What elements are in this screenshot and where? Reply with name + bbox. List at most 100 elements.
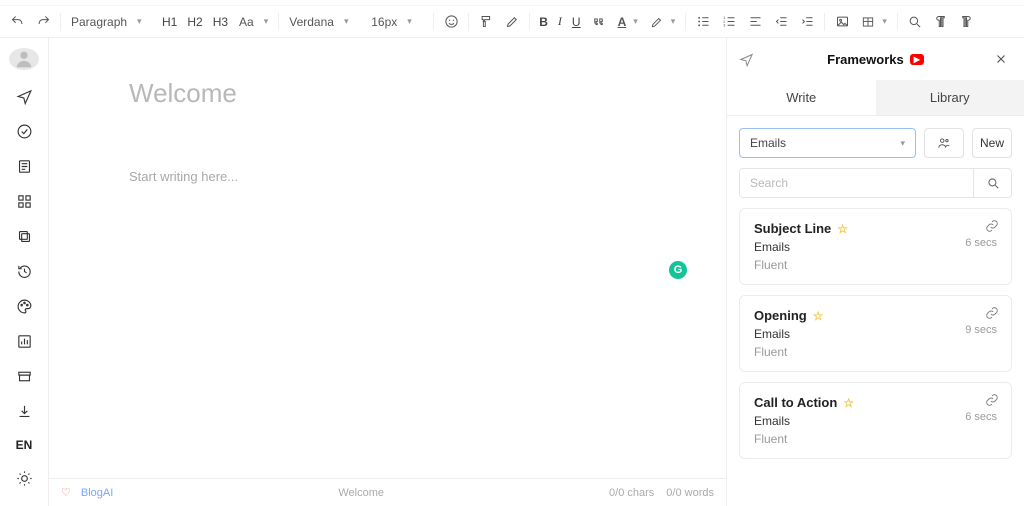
card-time: 9 secs [965, 324, 997, 336]
chevron-down-icon: ▾ [137, 16, 142, 27]
font-family-label: Verdana [289, 15, 334, 29]
find-button[interactable] [904, 11, 926, 33]
search-button[interactable] [973, 169, 1011, 197]
rail-chart-icon[interactable] [12, 333, 36, 350]
link-icon[interactable] [985, 219, 999, 238]
document-title[interactable]: Welcome [129, 78, 646, 109]
doc-name-status: Welcome [123, 487, 599, 499]
search-input[interactable] [740, 169, 973, 197]
card-category: Emails [754, 240, 997, 254]
heading-h1-button[interactable]: H1 [159, 15, 180, 29]
bold-button[interactable]: B [536, 15, 551, 29]
editor-placeholder: Start writing here... [129, 169, 646, 184]
table-button[interactable]: ▾ [857, 15, 891, 29]
font-size-label: 16px [371, 15, 397, 29]
close-panel-button[interactable] [990, 48, 1012, 70]
framework-card[interactable]: Opening ☆ Emails 9 secs Fluent [739, 295, 1012, 372]
left-rail: EN [0, 38, 48, 506]
separator [278, 13, 279, 31]
bg-color-button[interactable]: ▾ [646, 15, 680, 29]
rail-grid-icon[interactable] [12, 193, 36, 210]
char-count: 0/0 chars [609, 487, 654, 499]
align-button[interactable] [744, 11, 766, 33]
editor-area: Welcome Start writing here... G ♡ BlogAI… [48, 38, 726, 506]
separator [433, 13, 434, 31]
font-size-select[interactable]: 16px ▾ [367, 15, 427, 29]
framework-card[interactable]: Call to Action ☆ Emails 6 secs Fluent [739, 382, 1012, 459]
card-category: Emails [754, 414, 997, 428]
rail-download-icon[interactable] [12, 403, 36, 420]
word-count: 0/0 words [666, 487, 714, 499]
chevron-down-icon: ▾ [344, 16, 349, 27]
card-tag: Fluent [754, 432, 997, 446]
chevron-down-icon: ▾ [671, 16, 676, 27]
card-title: Opening [754, 308, 807, 323]
chevron-down-icon: ▾ [882, 16, 887, 27]
filter-select[interactable]: Emails ▾ [739, 128, 916, 158]
rail-send-icon[interactable] [12, 88, 36, 105]
new-button[interactable]: New [972, 128, 1012, 158]
editor-canvas[interactable]: Welcome Start writing here... G [49, 38, 726, 478]
indent-button[interactable] [796, 11, 818, 33]
card-time: 6 secs [965, 411, 997, 423]
frameworks-panel: Frameworks ▶ Write Library Emails ▾ [726, 38, 1024, 506]
pin-icon[interactable] [739, 52, 761, 67]
italic-button[interactable]: I [555, 14, 565, 29]
avatar[interactable] [9, 48, 39, 70]
heart-icon: ♡ [61, 486, 71, 499]
status-bar: ♡ BlogAI Welcome 0/0 chars 0/0 words [49, 478, 726, 506]
format-paint-button[interactable] [475, 11, 497, 33]
people-button[interactable] [924, 128, 964, 158]
heading-h2-button[interactable]: H2 [184, 15, 205, 29]
panel-tabs: Write Library [727, 80, 1024, 116]
star-icon: ☆ [843, 396, 854, 410]
rail-copy-icon[interactable] [12, 228, 36, 245]
paragraph-style-select[interactable]: Paragraph ▾ [67, 15, 155, 29]
tab-library[interactable]: Library [876, 80, 1024, 115]
editor-toolbar: Paragraph ▾ H1 H2 H3 Aa ▾ Verdana ▾ 16px… [0, 6, 1024, 38]
underline-button[interactable]: U [569, 15, 584, 29]
paragraph-style-label: Paragraph [71, 15, 127, 29]
highlight-button[interactable] [501, 11, 523, 33]
outdent-button[interactable] [770, 11, 792, 33]
bullet-list-button[interactable] [692, 11, 714, 33]
brand-label[interactable]: BlogAI [81, 487, 113, 499]
rail-note-icon[interactable] [12, 158, 36, 175]
chevron-down-icon: ▾ [407, 16, 412, 27]
filter-value: Emails [750, 136, 786, 150]
emoji-button[interactable] [440, 11, 462, 33]
font-family-select[interactable]: Verdana ▾ [285, 15, 363, 29]
link-icon[interactable] [985, 306, 999, 325]
heading-h3-button[interactable]: H3 [210, 15, 231, 29]
card-tag: Fluent [754, 258, 997, 272]
rail-palette-icon[interactable] [12, 298, 36, 315]
pilcrow-rtl-button[interactable] [956, 11, 978, 33]
tab-write[interactable]: Write [727, 80, 876, 115]
rail-history-icon[interactable] [12, 263, 36, 280]
card-title: Call to Action [754, 395, 837, 410]
rail-archive-icon[interactable] [12, 368, 36, 385]
link-icon[interactable] [985, 393, 999, 412]
image-button[interactable] [831, 11, 853, 33]
rail-brightness-icon[interactable] [12, 470, 36, 487]
star-icon: ☆ [813, 309, 824, 323]
text-color-button[interactable]: A ▾ [614, 15, 642, 29]
quote-button[interactable] [588, 11, 610, 33]
chevron-down-icon: ▾ [264, 16, 269, 27]
youtube-icon[interactable]: ▶ [910, 54, 924, 65]
undo-button[interactable] [6, 11, 28, 33]
grammarly-badge[interactable]: G [669, 261, 687, 279]
search-box [739, 168, 1012, 198]
rail-language[interactable]: EN [16, 438, 33, 452]
redo-button[interactable] [32, 11, 54, 33]
card-category: Emails [754, 327, 997, 341]
pilcrow-ltr-button[interactable] [930, 11, 952, 33]
framework-card[interactable]: Subject Line☆ Emails 6 secs Fluent [739, 208, 1012, 285]
rail-check-icon[interactable] [12, 123, 36, 140]
number-list-button[interactable]: 123 [718, 11, 740, 33]
card-tag: Fluent [754, 345, 997, 359]
table-icon [861, 15, 875, 29]
separator [685, 13, 686, 31]
separator [468, 13, 469, 31]
text-case-select[interactable]: Aa ▾ [235, 15, 272, 29]
